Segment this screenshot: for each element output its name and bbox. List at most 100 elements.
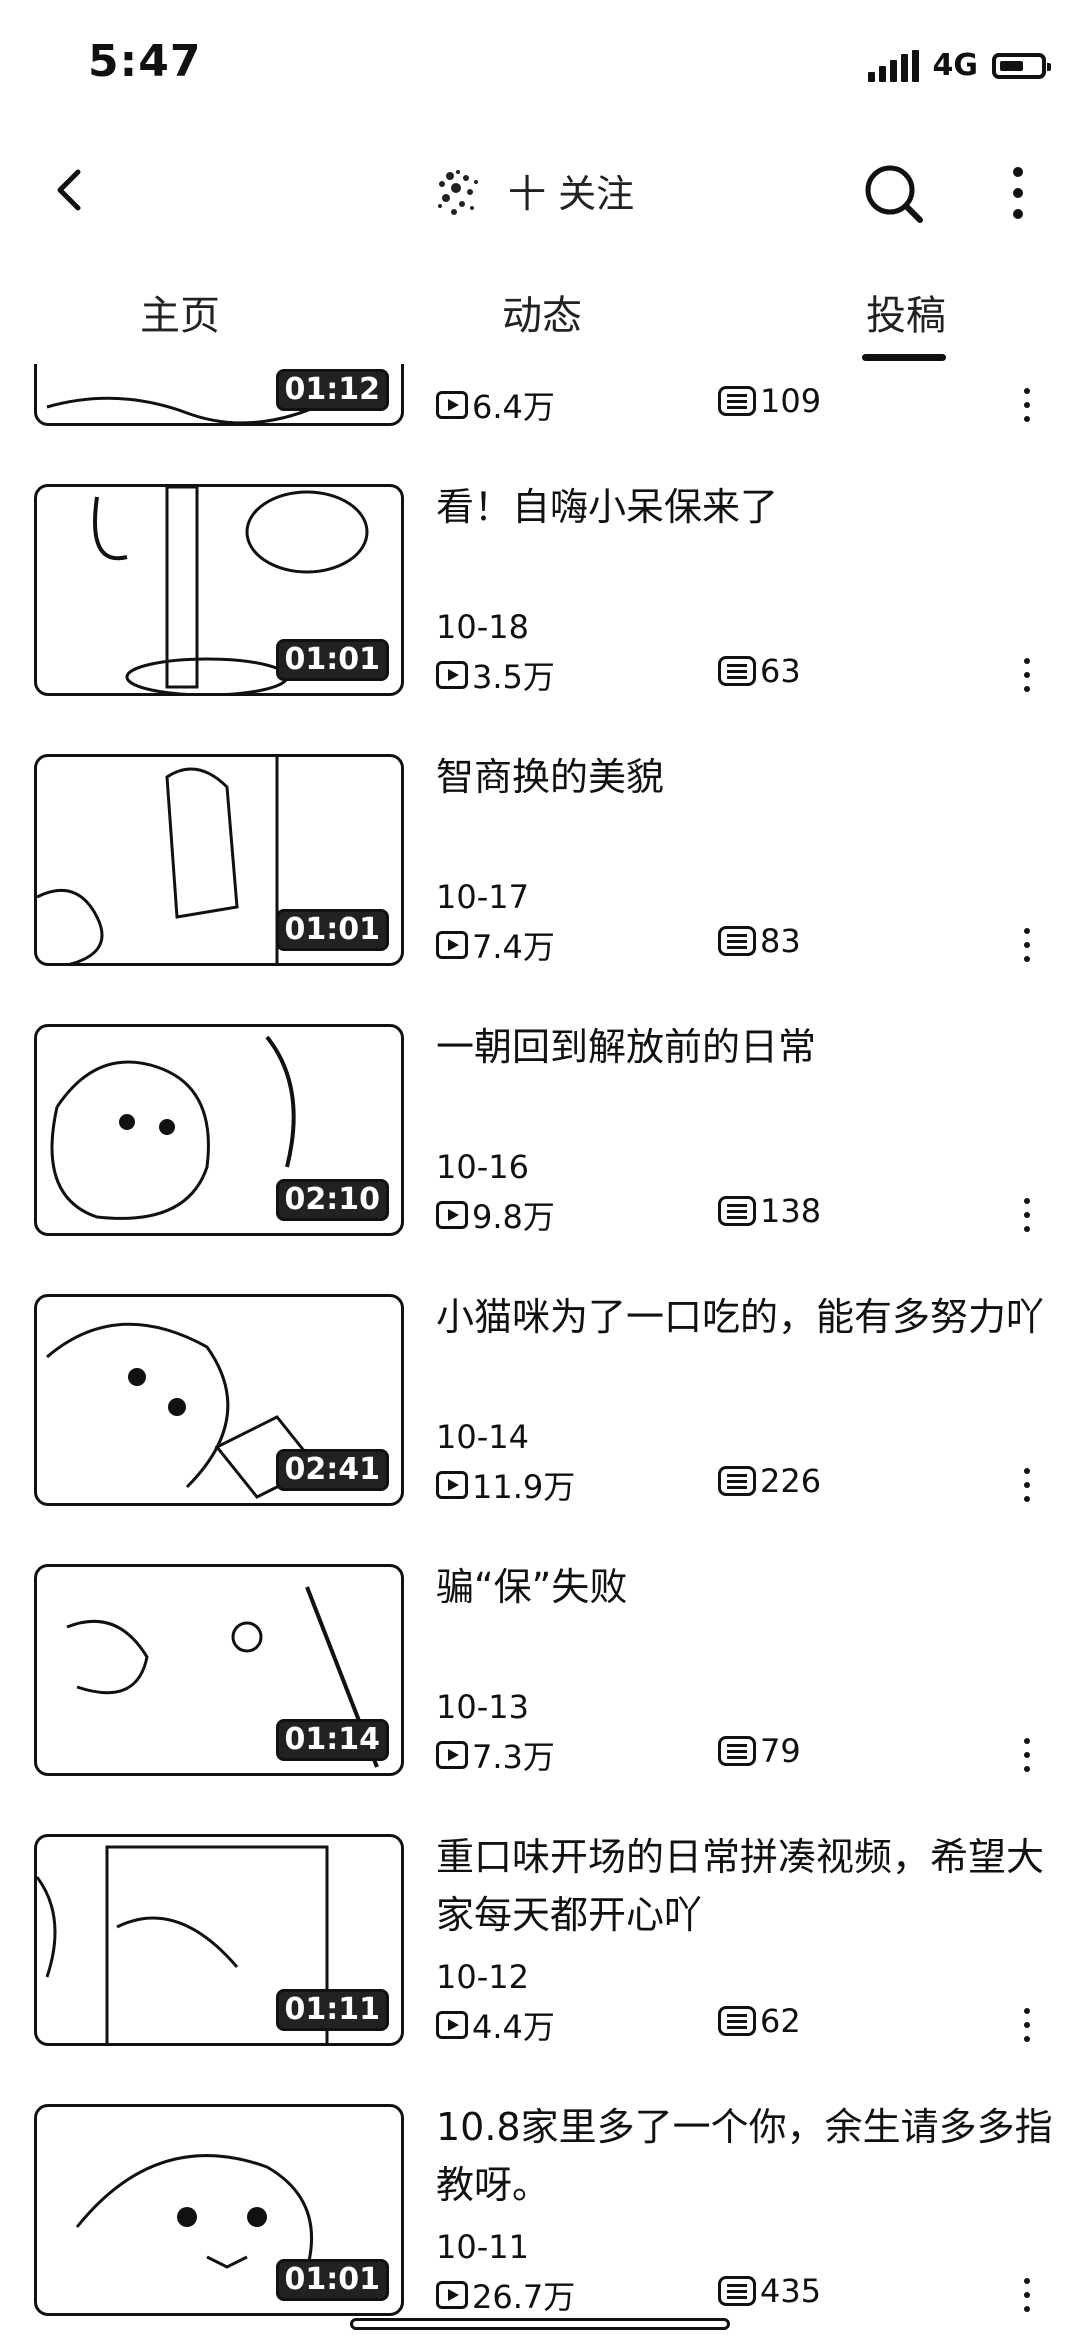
- comment-count-value: 63: [760, 652, 801, 690]
- comment-count-value: 62: [760, 2002, 801, 2040]
- view-count-value: 3.5万: [472, 658, 555, 696]
- comment-count-value: 435: [760, 2272, 822, 2310]
- comment-count: 63: [718, 652, 801, 690]
- comment-count: 226: [718, 1462, 821, 1500]
- view-count: 7.4万: [436, 922, 555, 968]
- view-count-value: 4.4万: [472, 2008, 555, 2046]
- video-item[interactable]: 01:14 骗“保”失败 10-13 7.3万 79: [0, 1564, 1080, 1792]
- comment-icon: [718, 386, 756, 416]
- item-more-button[interactable]: [1016, 1734, 1038, 1782]
- tab-posts[interactable]: 投稿: [846, 272, 966, 352]
- comment-count: 109: [718, 382, 821, 420]
- video-item[interactable]: 02:10 一朝回到解放前的日常 10-16 9.8万 138: [0, 1024, 1080, 1252]
- signal-icon: [867, 49, 919, 82]
- top-bar: 十 关注: [0, 140, 1080, 240]
- video-date: 10-14: [436, 1418, 529, 1456]
- home-indicator[interactable]: [350, 2318, 730, 2330]
- item-more-button[interactable]: [1016, 924, 1038, 972]
- play-count-icon: [436, 661, 468, 689]
- view-count-value: 6.4万: [472, 388, 555, 426]
- battery-icon: [992, 52, 1051, 79]
- tab-home[interactable]: 主页: [120, 272, 240, 352]
- item-more-button[interactable]: [1016, 384, 1038, 432]
- view-count-value: 26.7万: [472, 2278, 576, 2316]
- view-count: 11.9万: [436, 1462, 575, 1508]
- video-title[interactable]: 小猫咪为了一口吃的，能有多努力吖: [436, 1288, 1056, 1346]
- comment-icon: [718, 926, 756, 956]
- play-count-icon: [436, 391, 468, 419]
- comment-count-value: 79: [760, 1732, 801, 1770]
- comment-icon: [718, 1466, 756, 1496]
- video-title[interactable]: 智商换的美貌: [436, 748, 1056, 806]
- item-more-button[interactable]: [1016, 1194, 1038, 1242]
- item-more-button[interactable]: [1016, 2274, 1038, 2322]
- video-thumbnail[interactable]: 01:11: [34, 1834, 404, 2046]
- video-duration: 02:10: [275, 1179, 389, 1221]
- comment-count: 62: [718, 2002, 801, 2040]
- status-bar: 5:47 4G: [0, 0, 1080, 130]
- video-item[interactable]: 01:01 看！自嗨小呆保来了 10-18 3.5万 63: [0, 484, 1080, 712]
- comment-icon: [718, 1196, 756, 1226]
- video-item[interactable]: 01:01 智商换的美貌 10-17 7.4万 83: [0, 754, 1080, 982]
- view-count: 6.4万: [436, 382, 555, 428]
- video-thumbnail[interactable]: 02:10: [34, 1024, 404, 1236]
- play-count-icon: [436, 931, 468, 959]
- comment-count-value: 226: [760, 1462, 822, 1500]
- video-duration: 01:12: [275, 369, 389, 411]
- video-date: 10-12: [436, 1958, 529, 1996]
- video-date: 10-16: [436, 1148, 529, 1186]
- video-thumbnail[interactable]: 01:01: [34, 2104, 404, 2316]
- back-button[interactable]: [44, 162, 100, 218]
- video-thumbnail[interactable]: 01:12: [34, 364, 404, 426]
- status-icons: 4G: [867, 48, 1051, 83]
- profile-tabs: 主页 动态 投稿: [0, 272, 1080, 364]
- item-more-button[interactable]: [1016, 2004, 1038, 2052]
- comment-count: 79: [718, 1732, 801, 1770]
- video-item[interactable]: 01:01 10.8家里多了一个你，余生请多多指教呀。 10-11 26.7万 …: [0, 2104, 1080, 2332]
- more-options-button[interactable]: [998, 158, 1038, 228]
- video-duration: 01:01: [275, 909, 389, 951]
- video-thumbnail[interactable]: 01:01: [34, 754, 404, 966]
- play-count-icon: [436, 1741, 468, 1769]
- video-title[interactable]: 10.8家里多了一个你，余生请多多指教呀。: [436, 2098, 1056, 2214]
- video-list[interactable]: 01:12 6.4万 109 01:01 看！自嗨小呆保来了 10-18 3.5…: [0, 364, 1080, 2338]
- video-thumbnail[interactable]: 01:14: [34, 1564, 404, 1776]
- video-item[interactable]: 02:41 小猫咪为了一口吃的，能有多努力吖 10-14 11.9万 226: [0, 1294, 1080, 1522]
- video-title[interactable]: 看！自嗨小呆保来了: [436, 478, 1056, 536]
- video-title[interactable]: 一朝回到解放前的日常: [436, 1018, 1056, 1076]
- view-count-value: 7.4万: [472, 928, 555, 966]
- avatar-image: [438, 170, 478, 215]
- comment-count: 138: [718, 1192, 821, 1230]
- avatar[interactable]: [428, 154, 492, 224]
- video-date: 10-13: [436, 1688, 529, 1726]
- video-thumbnail[interactable]: 02:41: [34, 1294, 404, 1506]
- video-thumbnail[interactable]: 01:01: [34, 484, 404, 696]
- tab-dynamic[interactable]: 动态: [482, 272, 602, 352]
- video-title[interactable]: 重口味开场的日常拼凑视频，希望大家每天都开心吖: [436, 1828, 1056, 1944]
- comment-count-value: 138: [760, 1192, 822, 1230]
- video-duration: 01:01: [275, 639, 389, 681]
- item-more-button[interactable]: [1016, 1464, 1038, 1512]
- view-count: 3.5万: [436, 652, 555, 698]
- comment-count: 435: [718, 2272, 821, 2310]
- play-count-icon: [436, 1471, 468, 1499]
- video-duration: 01:01: [275, 2259, 389, 2301]
- video-item[interactable]: 01:12 6.4万 109: [0, 364, 1080, 442]
- comment-count-value: 109: [760, 382, 822, 420]
- video-title[interactable]: 骗“保”失败: [436, 1558, 1056, 1616]
- chevron-left-icon: [57, 169, 81, 211]
- view-count-value: 11.9万: [472, 1468, 576, 1506]
- comment-icon: [718, 2006, 756, 2036]
- video-item[interactable]: 01:11 重口味开场的日常拼凑视频，希望大家每天都开心吖 10-12 4.4万…: [0, 1834, 1080, 2062]
- play-count-icon: [436, 2281, 468, 2309]
- video-date: 10-17: [436, 878, 529, 916]
- view-count: 4.4万: [436, 2002, 555, 2048]
- video-date: 10-18: [436, 608, 529, 646]
- comment-icon: [718, 2276, 756, 2306]
- search-icon: [865, 165, 923, 223]
- follow-button[interactable]: 十 关注: [508, 162, 634, 218]
- comment-count-value: 83: [760, 922, 801, 960]
- search-button[interactable]: [858, 158, 928, 228]
- play-count-icon: [436, 2011, 468, 2039]
- item-more-button[interactable]: [1016, 654, 1038, 702]
